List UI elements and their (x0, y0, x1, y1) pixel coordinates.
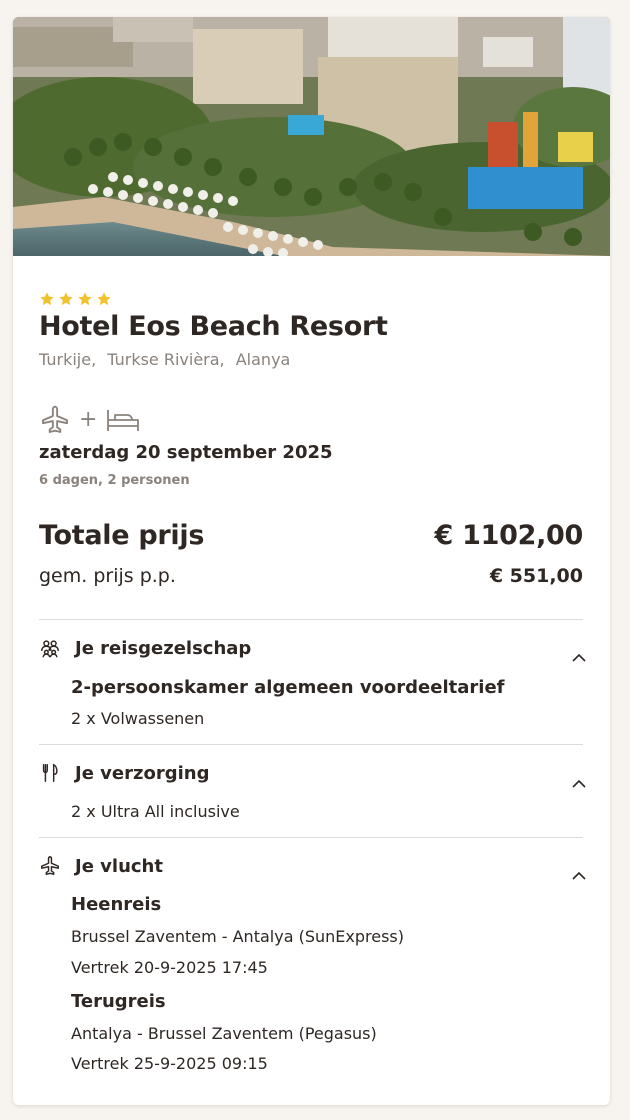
return-route: Antalya - Brussel Zaventem (Pegasus) (71, 1024, 377, 1043)
people-icon (41, 640, 59, 658)
room-type: 2-persoonskamer algemeen voordeeltarief (71, 677, 505, 698)
departure-date: zaterdag 20 september 2025 (39, 442, 333, 463)
location-city: Alanya (235, 350, 291, 369)
star-icon (78, 292, 92, 306)
cutlery-icon (42, 763, 58, 782)
divider (39, 744, 583, 745)
return-label: Terugreis (71, 991, 166, 1012)
hotel-photo[interactable] (13, 17, 610, 256)
outbound-route: Brussel Zaventem - Antalya (SunExpress) (71, 927, 404, 946)
hotel-location: Turkije, Turkse Rivièra, Alanya (39, 350, 296, 369)
price-per-person-label: gem. prijs p.p. (39, 565, 176, 587)
chevron-up-icon[interactable] (569, 866, 589, 886)
divider (39, 837, 583, 838)
total-price-value: € 1102,00 (434, 520, 584, 551)
hotel-card[interactable]: Hotel Eos Beach Resort Turkije, Turkse R… (13, 17, 610, 1105)
trip-type: + (39, 404, 141, 436)
board-type: 2 x Ultra All inclusive (71, 802, 240, 821)
section-title-travel-party: Je reisgezelschap (75, 638, 252, 659)
star-icon (59, 292, 73, 306)
section-title-flight: Je vlucht (75, 856, 163, 877)
plus-sign: + (79, 407, 98, 432)
star-icon (97, 292, 111, 306)
guest-count: 2 x Volwassenen (71, 709, 205, 728)
star-rating (39, 291, 112, 307)
price-per-person-value: € 551,00 (489, 565, 583, 587)
plane-icon (42, 405, 68, 433)
total-price-label: Totale prijs (39, 520, 205, 551)
chevron-up-icon[interactable] (569, 648, 589, 668)
section-title-board: Je verzorging (75, 763, 210, 784)
location-country: Turkije, (39, 350, 97, 369)
location-region: Turkse Rivièra, (107, 350, 225, 369)
trip-duration: 6 dagen, 2 personen (39, 473, 190, 488)
star-icon (40, 292, 54, 306)
hotel-name[interactable]: Hotel Eos Beach Resort (39, 311, 388, 342)
plane-icon (41, 856, 59, 875)
outbound-label: Heenreis (71, 894, 162, 915)
bed-icon (107, 410, 140, 431)
divider (39, 619, 583, 620)
outbound-departure: Vertrek 20-9-2025 17:45 (71, 958, 268, 977)
chevron-up-icon[interactable] (569, 774, 589, 794)
return-departure: Vertrek 25-9-2025 09:15 (71, 1054, 268, 1073)
